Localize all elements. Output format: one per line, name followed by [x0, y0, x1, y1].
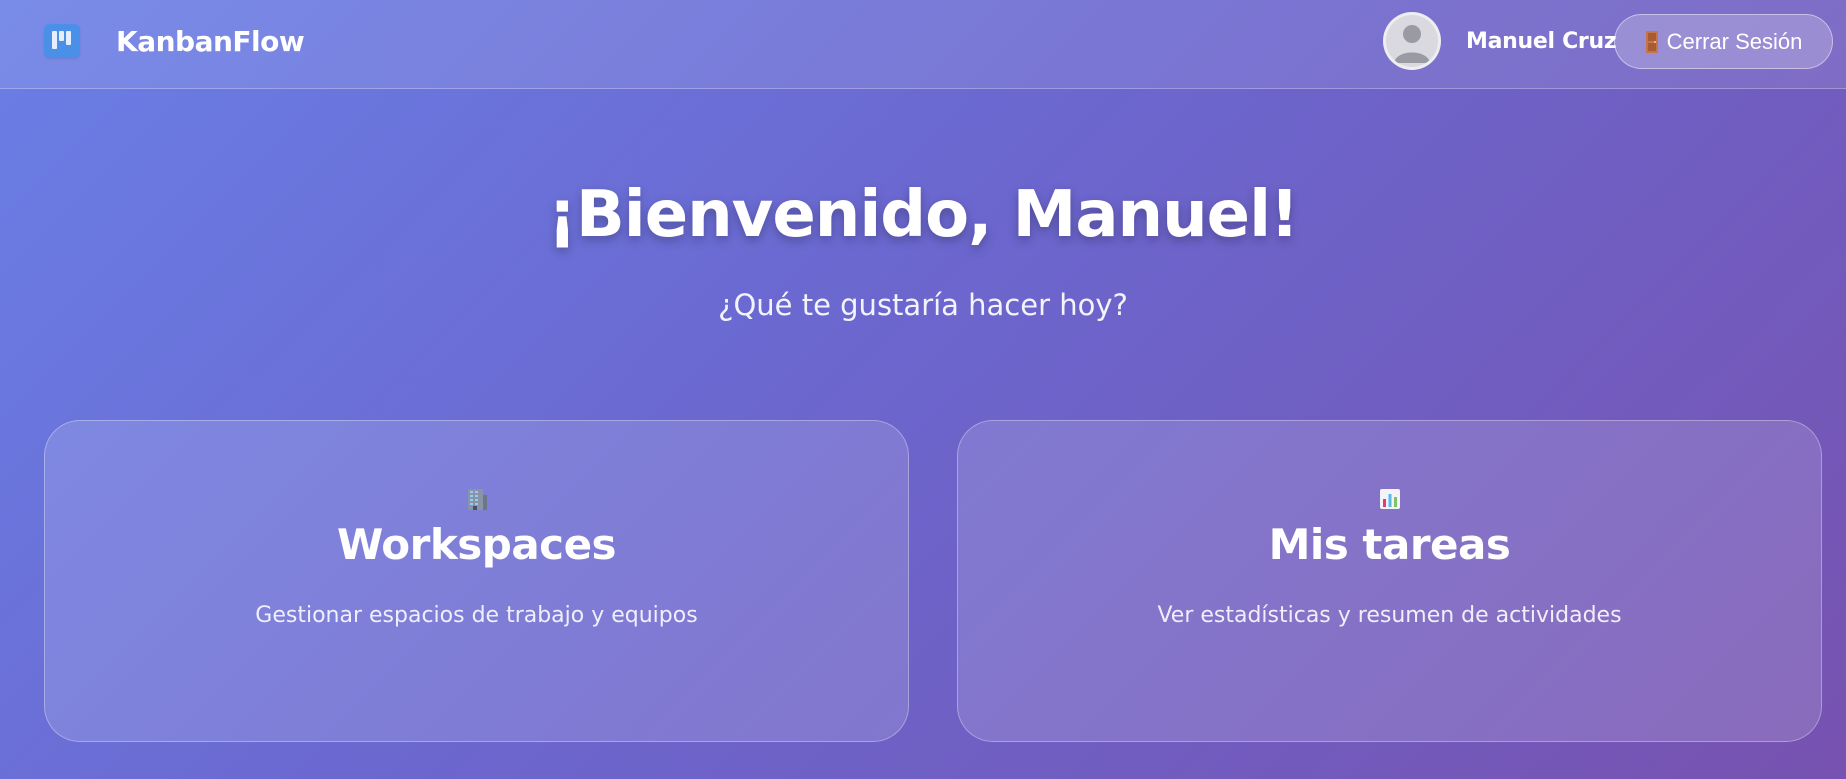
top-navbar: KanbanFlow Manuel Cruz Cerrar Sesión [0, 0, 1846, 89]
my-tasks-card-description: Ver estadísticas y resumen de actividade… [1157, 603, 1622, 628]
workspaces-card[interactable]: Workspaces Gestionar espacios de trabajo… [44, 420, 909, 742]
logout-button[interactable]: Cerrar Sesión [1614, 14, 1833, 69]
user-avatar-icon[interactable] [1383, 12, 1441, 70]
door-icon [1645, 30, 1659, 54]
my-tasks-card[interactable]: Mis tareas Ver estadísticas y resumen de… [957, 420, 1822, 742]
brand-name[interactable]: KanbanFlow [116, 24, 305, 60]
logout-label: Cerrar Sesión [1666, 28, 1803, 54]
kanban-board-icon[interactable] [44, 24, 80, 58]
workspaces-card-title: Workspaces [336, 520, 617, 569]
welcome-title: ¡Bienvenido, Manuel! [547, 178, 1299, 252]
my-tasks-card-title: Mis tareas [1268, 520, 1511, 569]
user-name: Manuel Cruz [1466, 29, 1617, 54]
welcome-subtitle: ¿Qué te gustaría hacer hoy? [718, 288, 1128, 322]
office-building-icon [465, 487, 489, 511]
bar-chart-icon [1378, 487, 1402, 511]
workspaces-card-description: Gestionar espacios de trabajo y equipos [255, 603, 698, 628]
